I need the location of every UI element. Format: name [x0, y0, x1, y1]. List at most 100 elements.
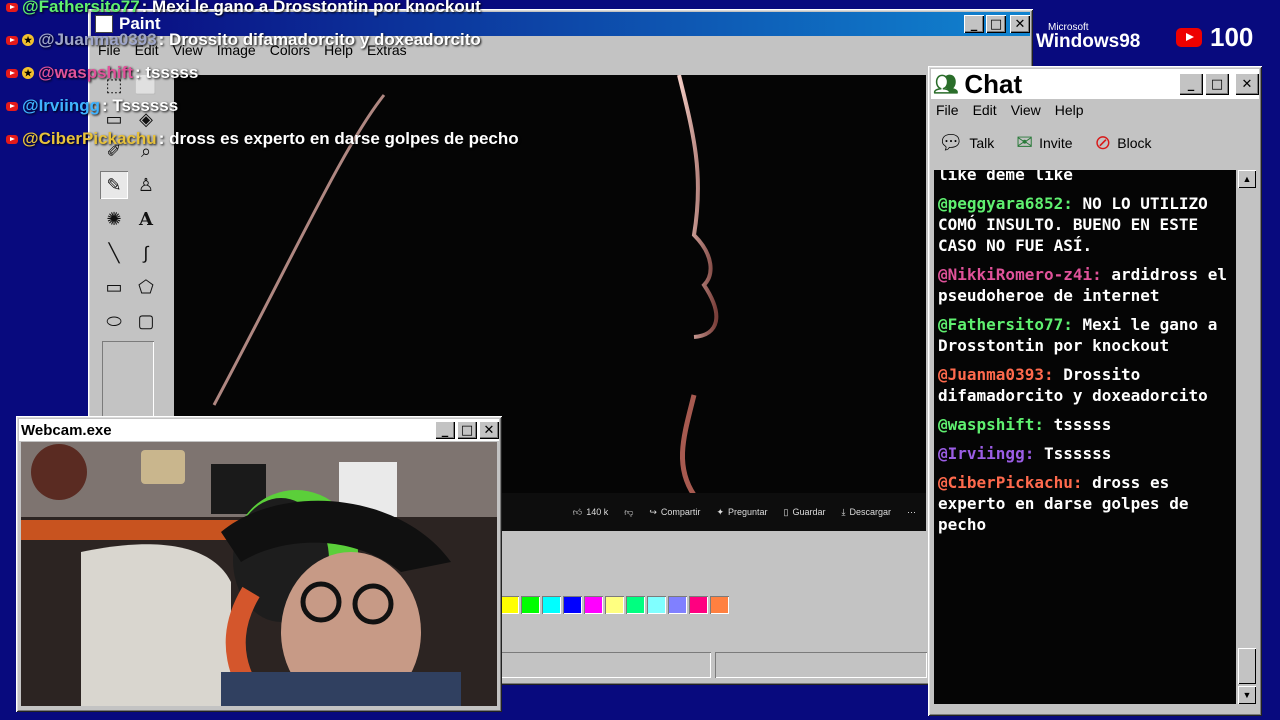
youtube-icon: [6, 35, 18, 45]
overlay-chat-row: @Irviingg: Tssssss: [6, 96, 178, 116]
dislike-button[interactable]: 👎︎: [624, 507, 633, 518]
windows98-logo: Microsoft Windows98: [1036, 22, 1140, 53]
scroll-thumb[interactable]: [1238, 648, 1256, 684]
close-button[interactable]: ✕: [1235, 73, 1259, 95]
subscriber-count: 100: [1210, 22, 1254, 52]
menu-help[interactable]: Help: [1055, 102, 1084, 118]
close-button[interactable]: ✕: [479, 421, 499, 439]
invite-label: Invite: [1039, 134, 1073, 151]
chat-message: @Fathersito77: Mexi le gano a Drosstonti…: [938, 314, 1236, 356]
talk-label: Talk: [969, 134, 995, 151]
tool-box: ⬚ ⬜ ▭ ◈ ✐ ⌕ ✎ ♙ ✺ A ╲ ∫ ▭ ⬠ ⬭ ▢: [98, 71, 162, 431]
block-label: Block: [1117, 134, 1152, 151]
color-swatch[interactable]: [605, 596, 624, 614]
overlay-username: @Irviingg: [22, 96, 100, 115]
chat-message: @waspshift: tsssss: [938, 414, 1236, 435]
chat-scrollbar[interactable]: ▲ ▼: [1238, 170, 1256, 704]
close-button[interactable]: ✕: [1010, 15, 1030, 33]
chat-titlebar[interactable]: 👥︎ Chat _ □ ✕: [931, 69, 1259, 99]
minimize-button[interactable]: _: [435, 421, 455, 439]
color-swatch[interactable]: [668, 596, 687, 614]
chat-text: Tssssss: [1043, 444, 1112, 463]
chat-username: @NikkiRomero-z4i:: [938, 265, 1102, 284]
youtube-icon: [6, 68, 18, 78]
ask-button[interactable]: ✦ Preguntar: [716, 507, 767, 518]
color-swatch[interactable]: [521, 596, 540, 614]
maximize-button[interactable]: □: [457, 421, 477, 439]
chat-message: @Irviingg: Tssssss: [938, 443, 1236, 464]
share-button[interactable]: ↪ Compartir: [649, 507, 700, 518]
ellipse-icon[interactable]: ⬭: [100, 307, 128, 335]
more-icon: ⋯: [907, 506, 916, 517]
chat-message: @Juanma0393: Drossito difamadorcito y do…: [938, 364, 1236, 406]
color-swatch[interactable]: [500, 596, 519, 614]
airbrush-icon[interactable]: ✺: [100, 205, 128, 233]
bookmark-icon: ▯: [783, 506, 789, 517]
color-swatch[interactable]: [584, 596, 603, 614]
sparkle-icon: ✦: [716, 506, 724, 517]
youtube-icon: [6, 2, 18, 12]
chat-username: @waspshift:: [938, 415, 1044, 434]
curve-icon[interactable]: ∫: [132, 239, 160, 267]
invite-button[interactable]: ✉ Invite: [1016, 130, 1072, 155]
polygon-icon[interactable]: ⬠: [132, 273, 160, 301]
rounded-rect-icon[interactable]: ▢: [132, 307, 160, 335]
overlay-text: : dross es experto en darse golpes de pe…: [158, 129, 519, 148]
talk-button[interactable]: 💬︎ Talk: [938, 130, 994, 155]
youtube-icon: [6, 101, 18, 111]
pencil-icon[interactable]: ✎: [100, 171, 128, 199]
more-options-button[interactable]: ⋯: [907, 507, 916, 518]
color-swatch[interactable]: [689, 596, 708, 614]
color-swatch[interactable]: [542, 596, 561, 614]
overlay-chat-row: @Fathersito77: Mexi le gano a Drosstonti…: [6, 0, 481, 17]
color-swatch[interactable]: [626, 596, 645, 614]
save-button[interactable]: ▯ Guardar: [784, 507, 826, 518]
like-count: 140 k: [586, 507, 609, 517]
chat-title: Chat: [964, 68, 1023, 99]
scroll-down-button[interactable]: ▼: [1238, 686, 1256, 704]
overlay-username: @Fathersito77: [22, 0, 140, 16]
chat-text: tsssss: [1053, 415, 1112, 434]
minimize-button[interactable]: _: [964, 15, 984, 33]
menu-file[interactable]: File: [936, 102, 959, 118]
share-label: Compartir: [660, 507, 701, 517]
people-icon: 👥︎: [933, 73, 959, 96]
overlay-username: @Juanma0393: [38, 30, 157, 49]
chat-menubar: File Edit View Help: [936, 102, 1084, 118]
like-button[interactable]: 👍︎ 140 k: [573, 507, 608, 518]
talk-icon: 💬︎: [938, 132, 964, 154]
block-icon: ⊘: [1094, 132, 1112, 154]
webcam-title: Webcam.exe: [21, 421, 112, 439]
webcam-feed: [21, 442, 497, 706]
minimize-button[interactable]: _: [1179, 73, 1203, 95]
color-swatch[interactable]: [710, 596, 729, 614]
member-badge-icon: ★: [22, 34, 34, 46]
line-icon[interactable]: ╲: [100, 239, 128, 267]
overlay-chat-row: ★ @Juanma0393: Drossito difamadorcito y d…: [6, 30, 481, 50]
block-button[interactable]: ⊘ Block: [1095, 130, 1152, 155]
webcam-window: Webcam.exe _ □ ✕: [16, 416, 502, 712]
maximize-button[interactable]: □: [986, 15, 1006, 33]
invite-icon: ✉: [1016, 132, 1034, 154]
tool-options[interactable]: [102, 341, 154, 425]
menu-view[interactable]: View: [1011, 102, 1041, 118]
chat-toolbar: 💬︎ Talk ✉ Invite ⊘ Block: [938, 130, 1152, 155]
menu-edit[interactable]: Edit: [973, 102, 997, 118]
member-badge-icon: ★: [22, 67, 34, 79]
youtube-icon: [6, 134, 18, 144]
chat-messages: like deme like @peggyara6852: NO LO UTIL…: [934, 170, 1236, 704]
overlay-username: @CiberPickachu: [22, 129, 157, 148]
webcam-titlebar[interactable]: Webcam.exe _ □ ✕: [19, 419, 499, 441]
rectangle-icon[interactable]: ▭: [100, 273, 128, 301]
color-swatch[interactable]: [647, 596, 666, 614]
scroll-up-button[interactable]: ▲: [1238, 170, 1256, 188]
download-button[interactable]: ⤓ Descargar: [842, 507, 892, 518]
download-label: Descargar: [849, 507, 891, 517]
overlay-chat-row: @CiberPickachu: dross es experto en dars…: [6, 129, 519, 149]
overlay-text: : Mexi le gano a Drosstontin por knockou…: [141, 0, 481, 16]
overlay-text: : tsssss: [134, 63, 199, 82]
text-tool-icon[interactable]: A: [132, 205, 160, 233]
color-swatch[interactable]: [563, 596, 582, 614]
maximize-button[interactable]: □: [1205, 73, 1229, 95]
brush-icon[interactable]: ♙: [132, 171, 160, 199]
